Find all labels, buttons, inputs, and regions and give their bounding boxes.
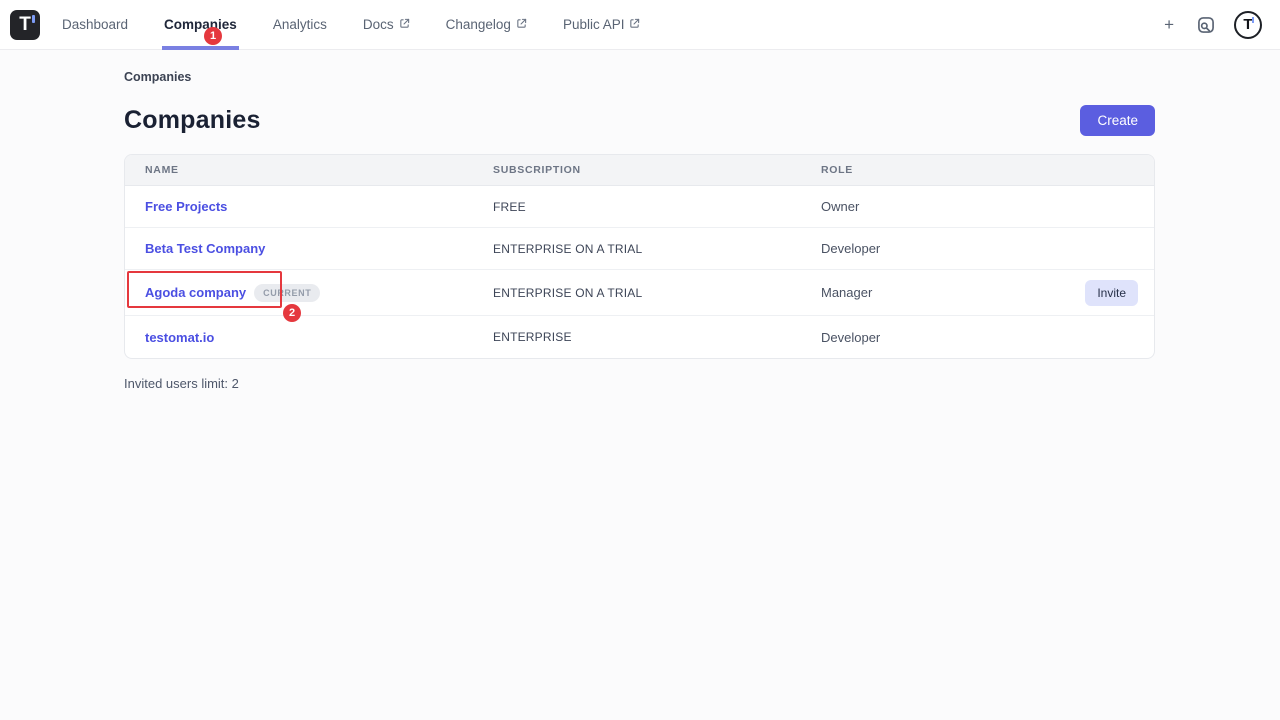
company-name-cell: testomat.io: [145, 330, 493, 345]
app-logo-accent: [32, 15, 35, 23]
user-avatar-accent: [1252, 17, 1254, 23]
invited-users-limit-note: Invited users limit: 2: [124, 376, 1155, 391]
actions-cell: Invite: [1085, 280, 1138, 306]
search-docs-icon[interactable]: [1196, 15, 1216, 35]
nav-item-changelog[interactable]: Changelog: [444, 0, 529, 50]
column-header-subscription: SUBSCRIPTION: [493, 164, 821, 176]
role-cell: Developer: [821, 241, 1088, 256]
top-navigation-bar: T Dashboard Companies Analytics Docs Cha…: [0, 0, 1280, 50]
subscription-cell: ENTERPRISE: [493, 330, 821, 344]
companies-table: NAME SUBSCRIPTION ROLE Free Projects FRE…: [124, 154, 1155, 359]
user-avatar[interactable]: T: [1234, 11, 1262, 39]
role-cell: Owner: [821, 199, 1088, 214]
nav-item-label: Changelog: [446, 17, 511, 32]
nav-item-dashboard[interactable]: Dashboard: [60, 0, 130, 50]
app-logo[interactable]: T: [10, 10, 40, 40]
table-row: Free Projects FREE Owner: [125, 186, 1154, 228]
companies-page: T Dashboard Companies Analytics Docs Cha…: [0, 0, 1280, 720]
external-link-icon: [516, 18, 527, 29]
main-nav: Dashboard Companies Analytics Docs Chang…: [60, 0, 674, 50]
nav-item-label: Companies: [164, 17, 237, 32]
company-name-cell: Free Projects: [145, 199, 493, 214]
column-header-name: NAME: [145, 164, 493, 176]
role-cell: Manager: [821, 285, 1085, 300]
nav-item-analytics[interactable]: Analytics: [271, 0, 329, 50]
company-name-cell: Agoda company CURRENT: [145, 284, 493, 302]
table-row: testomat.io ENTERPRISE Developer: [125, 316, 1154, 358]
annotation-step-2-badge: 2: [283, 304, 301, 322]
nav-item-companies[interactable]: Companies: [162, 0, 239, 50]
invite-button[interactable]: Invite: [1085, 280, 1138, 306]
topbar-actions: + T: [1160, 11, 1262, 39]
table-row: Beta Test Company ENTERPRISE ON A TRIAL …: [125, 228, 1154, 270]
table-header-row: NAME SUBSCRIPTION ROLE: [125, 155, 1154, 186]
nav-item-public-api[interactable]: Public API: [561, 0, 643, 50]
page-title: Companies: [124, 106, 261, 135]
nav-item-label: Public API: [563, 17, 625, 32]
company-link[interactable]: Free Projects: [145, 199, 227, 214]
create-button[interactable]: Create: [1080, 105, 1155, 136]
company-name-cell: Beta Test Company: [145, 241, 493, 256]
add-button[interactable]: +: [1160, 14, 1178, 35]
main-content: Companies Companies Create NAME SUBSCRIP…: [0, 70, 1280, 391]
table-row-current-company: Agoda company CURRENT ENTERPRISE ON A TR…: [125, 270, 1154, 316]
subscription-cell: FREE: [493, 200, 821, 214]
current-badge: CURRENT: [254, 284, 320, 302]
nav-item-docs[interactable]: Docs: [361, 0, 412, 50]
annotation-step-1-badge: 1: [204, 27, 222, 45]
company-link[interactable]: Beta Test Company: [145, 241, 265, 256]
app-logo-letter: T: [19, 15, 31, 34]
subscription-cell: ENTERPRISE ON A TRIAL: [493, 286, 821, 300]
subscription-cell: ENTERPRISE ON A TRIAL: [493, 242, 821, 256]
nav-item-label: Dashboard: [62, 17, 128, 32]
role-cell: Developer: [821, 330, 1088, 345]
nav-item-label: Analytics: [273, 17, 327, 32]
nav-item-label: Docs: [363, 17, 394, 32]
breadcrumb[interactable]: Companies: [124, 70, 1155, 84]
column-header-role: ROLE: [821, 164, 1138, 176]
external-link-icon: [629, 18, 640, 29]
company-link[interactable]: testomat.io: [145, 330, 214, 345]
company-link[interactable]: Agoda company: [145, 285, 246, 300]
page-header: Companies Create: [124, 105, 1155, 136]
external-link-icon: [399, 18, 410, 29]
